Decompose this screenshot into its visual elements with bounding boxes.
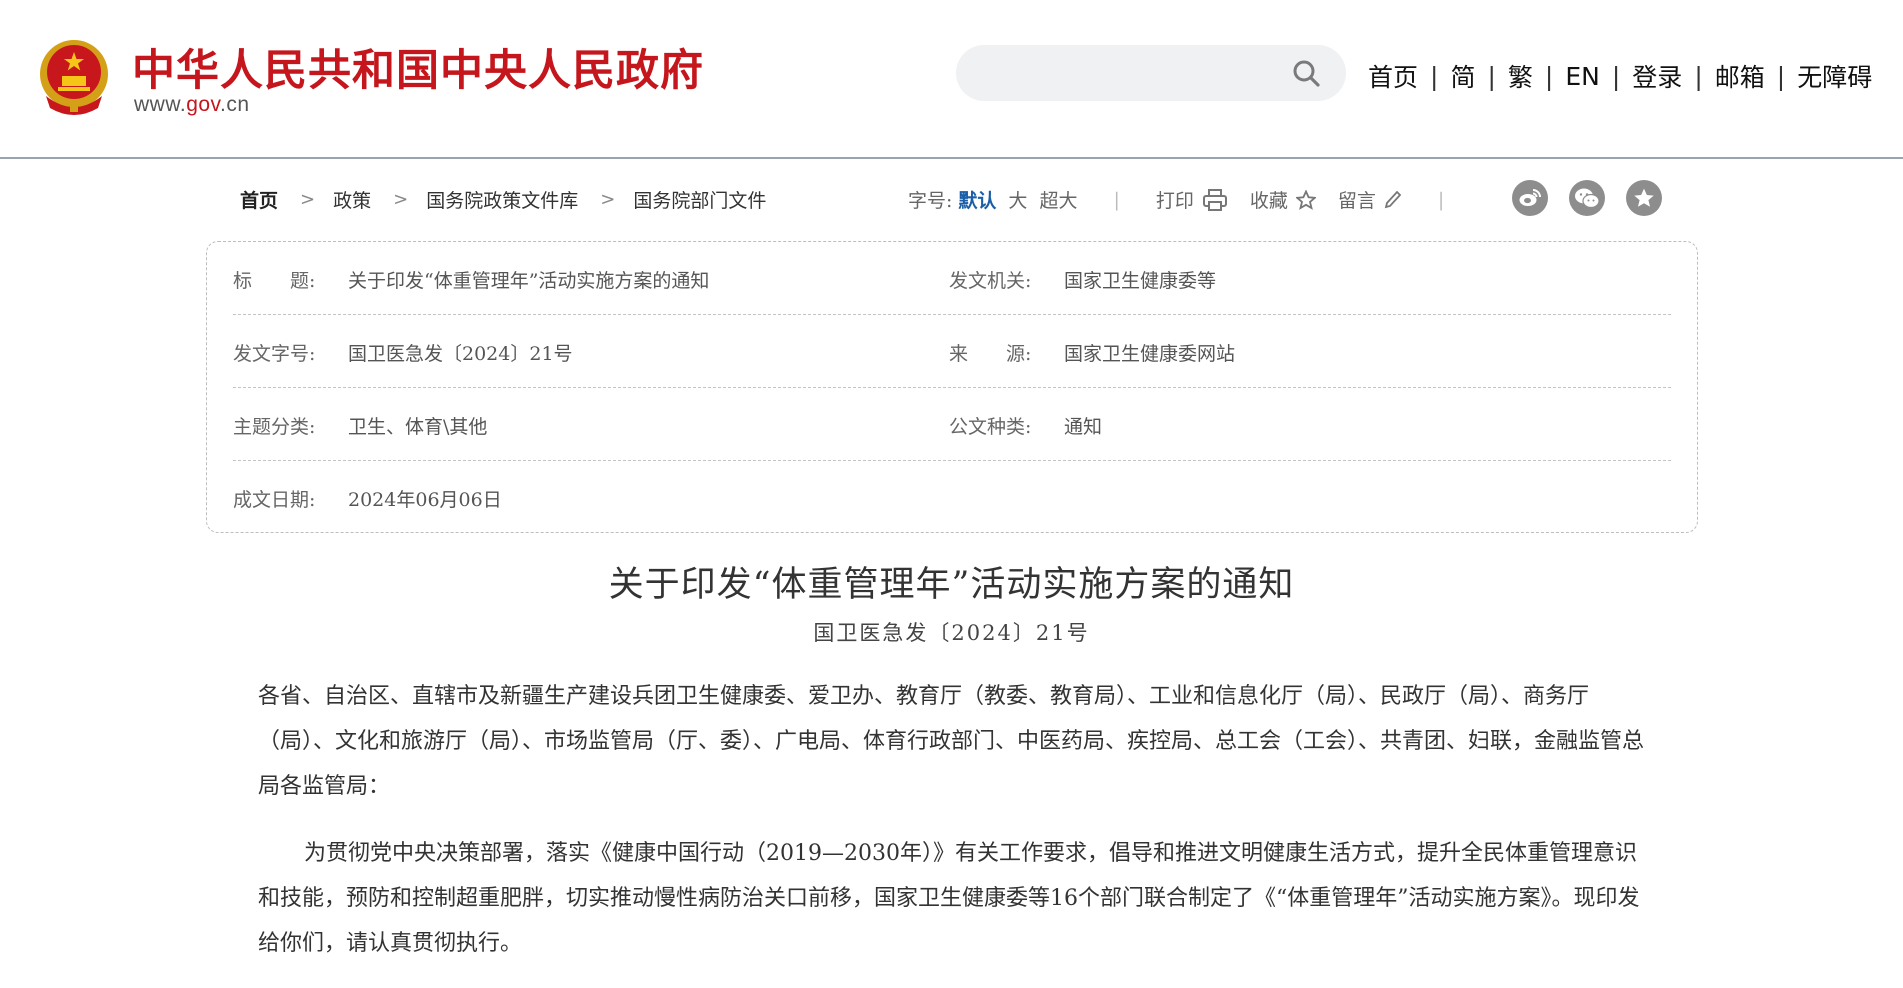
nav-mail-link[interactable]: 邮箱 (1715, 58, 1765, 94)
meta-doc-type-label: 公文种类: (949, 416, 1032, 438)
site-title[interactable]: 中华人民共和国中央人民政府 (132, 36, 704, 98)
document-metadata-box: 标 题: 关于印发“体重管理年”活动实施方案的通知 发文机关: 国家卫生健康委等 发… (206, 241, 1698, 533)
meta-date-label: 成文日期: (233, 489, 316, 511)
tools-divider: | (1437, 188, 1445, 211)
nav-traditional-link[interactable]: 繁 (1508, 58, 1533, 94)
meta-issuer: 发文机关: 国家卫生健康委等 (949, 266, 1216, 293)
meta-date-value: 2024年06月06日 (348, 489, 502, 511)
nav-separator: | (1611, 61, 1621, 91)
meta-subject: 主题分类: 卫生、体育\其他 (233, 412, 487, 439)
search-icon[interactable] (1292, 59, 1320, 87)
print-label: 打印 (1155, 190, 1194, 212)
breadcrumb-toolbar: 首页 > 政策 > 国务院政策文件库 > 国务院部门文件 字号: 默认 大 超大… (240, 180, 1670, 216)
top-nav: 首页 | 简 | 繁 | EN | 登录 | 邮箱 | 无障碍 (1368, 58, 1872, 94)
meta-source-label: 来 源: (949, 343, 1032, 365)
tools-divider: | (1113, 188, 1120, 211)
meta-subject-value: 卫生、体育\其他 (348, 416, 488, 438)
nav-separator: | (1430, 61, 1439, 91)
nav-separator: | (1694, 61, 1703, 91)
weibo-share-button[interactable] (1512, 180, 1548, 216)
breadcrumb-home-link[interactable]: 首页 (240, 186, 278, 213)
meta-row: 标 题: 关于印发“体重管理年”活动实施方案的通知 发文机关: 国家卫生健康委等 (233, 242, 1671, 315)
meta-row: 成文日期: 2024年06月06日 (233, 461, 1671, 533)
comment-label: 留言 (1337, 190, 1376, 212)
favorite-share-button[interactable] (1626, 180, 1662, 216)
meta-title-value: 关于印发“体重管理年”活动实施方案的通知 (348, 270, 710, 292)
nav-login-link[interactable]: 登录 (1632, 58, 1682, 94)
meta-title-label: 标 题: (233, 270, 316, 292)
document-paragraph: 为贯彻党中央决策部署，落实《健康中国行动（2019—2030年）》有关工作要求，… (258, 841, 1640, 956)
print-button[interactable]: 打印 (1156, 186, 1228, 213)
meta-issuer-value: 国家卫生健康委等 (1064, 270, 1217, 292)
meta-row: 主题分类: 卫生、体育\其他 公文种类: 通知 (233, 388, 1671, 461)
meta-row: 发文字号: 国卫医急发〔2024〕21号 来 源: 国家卫生健康委网站 (233, 315, 1671, 388)
meta-doc-type: 公文种类: 通知 (949, 412, 1102, 439)
pencil-icon (1384, 190, 1402, 208)
meta-issuer-label: 发文机关: (949, 270, 1032, 292)
printer-icon (1202, 188, 1227, 211)
nav-simplified-link[interactable]: 简 (1450, 58, 1475, 94)
meta-subject-label: 主题分类: (233, 416, 316, 438)
search-input[interactable] (956, 45, 1346, 101)
font-size-default-button[interactable]: 默认 (958, 186, 996, 213)
page-tools: 字号: 默认 大 超大 | 打印 收藏 留言 | (908, 186, 1444, 213)
domain-prefix: www. (134, 93, 187, 116)
breadcrumb-policy-library-link[interactable]: 国务院政策文件库 (426, 186, 578, 213)
nav-separator: | (1776, 61, 1786, 91)
wechat-icon (1575, 188, 1600, 209)
nav-separator: | (1544, 61, 1554, 91)
document-addressee: 各省、自治区、直辖市及新疆生产建设兵团卫生健康委、爱卫办、教育厅（教委、教育局）… (258, 684, 1645, 799)
favorite-button[interactable]: 收藏 (1250, 186, 1316, 213)
meta-doc-number: 发文字号: 国卫医急发〔2024〕21号 (233, 339, 573, 366)
meta-date: 成文日期: 2024年06月06日 (233, 485, 502, 512)
breadcrumb: 首页 > 政策 > 国务院政策文件库 > 国务院部门文件 (240, 186, 766, 213)
domain-suffix: .cn (220, 93, 250, 116)
share-buttons (1512, 180, 1683, 216)
national-emblem-logo[interactable] (36, 36, 112, 116)
site-domain: www.gov.cn (134, 93, 250, 117)
chevron-right-icon: > (393, 189, 409, 210)
meta-source: 来 源: 国家卫生健康委网站 (949, 339, 1235, 366)
wechat-share-button[interactable] (1569, 180, 1605, 216)
meta-source-value: 国家卫生健康委网站 (1064, 343, 1236, 365)
star-icon (1295, 189, 1316, 210)
font-size-xlarge-button[interactable]: 超大 (1039, 186, 1077, 213)
site-header: 中华人民共和国中央人民政府 www.gov.cn 首页 | 简 | 繁 | EN… (0, 0, 1903, 159)
document-title: 关于印发“体重管理年”活动实施方案的通知 (608, 565, 1295, 605)
comment-button[interactable]: 留言 (1338, 186, 1402, 213)
nav-english-link[interactable]: EN (1565, 62, 1600, 91)
meta-title: 标 题: 关于印发“体重管理年”活动实施方案的通知 (233, 266, 709, 293)
meta-doc-number-value: 国卫医急发〔2024〕21号 (348, 343, 573, 365)
meta-doc-number-label: 发文字号: (233, 343, 316, 365)
breadcrumb-department-docs-link[interactable]: 国务院部门文件 (633, 186, 766, 213)
font-size-label: 字号: (908, 190, 953, 212)
nav-accessibility-link[interactable]: 无障碍 (1797, 58, 1872, 94)
font-size-large-button[interactable]: 大 (1008, 186, 1027, 213)
domain-mid: gov (186, 93, 220, 116)
meta-doc-type-value: 通知 (1064, 416, 1103, 438)
nav-separator: | (1487, 61, 1496, 91)
favorite-label: 收藏 (1249, 190, 1288, 212)
document-number: 国卫医急发〔2024〕21号 (813, 621, 1090, 645)
chevron-right-icon: > (300, 189, 316, 210)
chevron-right-icon: > (600, 189, 616, 210)
nav-home-link[interactable]: 首页 (1368, 58, 1418, 94)
weibo-icon (1519, 189, 1541, 206)
breadcrumb-policy-link[interactable]: 政策 (333, 186, 371, 213)
star-share-icon (1634, 188, 1654, 207)
